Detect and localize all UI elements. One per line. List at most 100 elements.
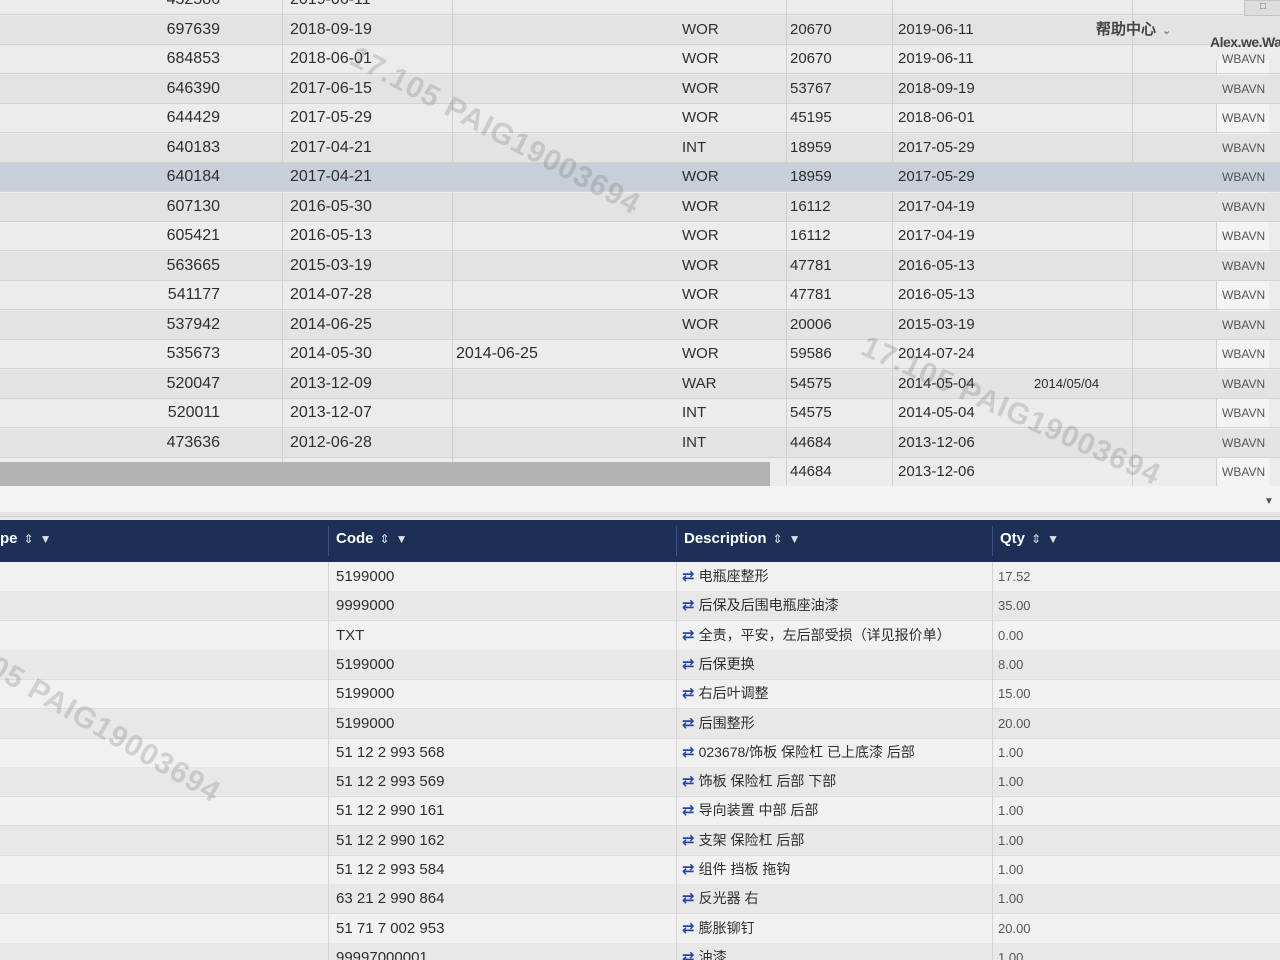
- column-header-type[interactable]: pe ⇕ ▼: [0, 530, 51, 547]
- cell-date: 2015-03-19: [290, 257, 372, 274]
- cell-code: 63 21 2 990 864: [336, 890, 445, 907]
- table-row[interactable]: 646390 2017-06-15 WOR 53767 2018-09-19 WBAVN: [0, 75, 1280, 104]
- swap-icon[interactable]: ⇄: [682, 861, 695, 878]
- sort-icon[interactable]: ⇕: [1031, 532, 1041, 546]
- table-row[interactable]: TXT ⇄ 全责，平安，左后部受损（详见报价单） 0.00: [0, 621, 1280, 651]
- cell-number: 44684: [790, 434, 832, 451]
- column-header-qty[interactable]: Qty ⇕ ▼: [1000, 530, 1059, 547]
- cell-date: 2016-05-13: [898, 257, 975, 274]
- cell-number: 47781: [790, 257, 832, 274]
- cell-id: 644429: [166, 109, 220, 126]
- cell-qty: 0.00: [998, 628, 1024, 643]
- table-row[interactable]: 684853 2018-06-01 WOR 20670 2019-06-11 WBAVN: [0, 45, 1280, 74]
- sort-icon[interactable]: ⇕: [24, 532, 34, 546]
- table-row[interactable]: 473636 2012-06-28 INT 44684 2013-12-06 WBAVN: [0, 429, 1280, 458]
- cell-description: ⇄ 膨胀铆钉: [676, 914, 986, 943]
- sort-icon[interactable]: ⇕: [773, 532, 783, 546]
- cell-number: 59586: [790, 345, 832, 362]
- table-row[interactable]: 644429 2017-05-29 WOR 45195 2018-06-01 WBAVN: [0, 104, 1280, 133]
- horizontal-scrollbar-thumb[interactable]: [0, 462, 770, 486]
- cell-date: 2014-05-30: [290, 345, 372, 362]
- cell-code: 5199000: [336, 656, 395, 673]
- cell-date: [1032, 193, 1132, 221]
- description-text: 后保更换: [698, 656, 755, 672]
- table-row[interactable]: 51 12 2 993 568 ⇄ 023678/饰板 保险杠 已上底漆 后部 1.0…: [0, 738, 1280, 768]
- column-header-code[interactable]: Code ⇕ ▼: [336, 530, 407, 547]
- table-row[interactable]: 5199000 ⇄ 后围整形 20.00: [0, 709, 1280, 739]
- cell-date: [452, 370, 672, 398]
- table-row[interactable]: 537942 2014-06-25 WOR 20006 2015-03-19 WBAVN: [0, 311, 1280, 340]
- col-divider: [1132, 0, 1133, 505]
- swap-icon[interactable]: ⇄: [682, 627, 695, 644]
- table-row[interactable]: 5199000 ⇄ 右后叶调整 15.00: [0, 679, 1280, 709]
- cell-date: 2014-05-04: [898, 404, 975, 421]
- user-name[interactable]: Alex.we.Wa: [1210, 34, 1280, 50]
- cell-description: ⇄ 后围整形: [676, 709, 986, 738]
- filter-icon[interactable]: ▼: [40, 532, 52, 546]
- swap-icon[interactable]: ⇄: [682, 685, 695, 702]
- table-row[interactable]: 607130 2016-05-30 WOR 16112 2017-04-19 WBAVN: [0, 193, 1280, 222]
- table-row[interactable]: 605421 2016-05-13 WOR 16112 2017-04-19 WBAVN: [0, 222, 1280, 251]
- swap-icon[interactable]: ⇄: [682, 656, 695, 673]
- cell-description: ⇄ 右后叶调整: [676, 679, 986, 708]
- table-row[interactable]: 5199000 ⇄ 后保更换 8.00: [0, 650, 1280, 680]
- cell-vin: WBAVN: [1222, 377, 1266, 391]
- table-row[interactable]: 640183 2017-04-21 INT 18959 2017-05-29 WBAVN: [0, 134, 1280, 163]
- cell-qty: 8.00: [998, 657, 1024, 672]
- cell-date: [1032, 163, 1132, 191]
- description-text: 023678/饰板 保险杠 已上底漆 后部: [698, 744, 915, 760]
- cell-date: [452, 45, 672, 73]
- window-control-button[interactable]: □: [1244, 0, 1280, 16]
- table-row[interactable]: 520011 2013-12-07 INT 54575 2014-05-04 WBAVN: [0, 399, 1280, 428]
- swap-icon[interactable]: ⇄: [682, 744, 695, 761]
- table-row[interactable]: 99997000001 ⇄ 油漆 1.00: [0, 943, 1280, 960]
- table-row[interactable]: 63 21 2 990 864 ⇄ 反光器 右 1.00: [0, 884, 1280, 914]
- cell-vin: WBAVN: [1222, 406, 1266, 420]
- table-row[interactable]: 9999000 ⇄ 后保及后围电瓶座油漆 35.00: [0, 591, 1280, 621]
- cell-code: TXT: [336, 627, 365, 644]
- column-header-description[interactable]: Description ⇕ ▼: [684, 530, 800, 547]
- filter-icon[interactable]: ▼: [789, 532, 801, 546]
- cell-id: 640184: [166, 168, 220, 185]
- swap-icon[interactable]: ⇄: [682, 949, 695, 960]
- help-center-menu[interactable]: 帮助中心 ⌄: [1096, 18, 1171, 39]
- table-row[interactable]: 697639 2018-09-19 WOR 20670 2019-06-11: [0, 16, 1280, 45]
- line-items-header: pe ⇕ ▼ Code ⇕ ▼ Description ⇕ ▼ Qty ⇕ ▼: [0, 520, 1280, 562]
- table-row[interactable]: 51 12 2 993 569 ⇄ 饰板 保险杠 后部 下部 1.00: [0, 767, 1280, 797]
- cell-type: WOR: [682, 109, 719, 126]
- sort-icon[interactable]: ⇕: [380, 532, 390, 546]
- scroll-down-icon[interactable]: ▼: [1264, 496, 1274, 507]
- swap-icon[interactable]: ⇄: [682, 773, 695, 790]
- cell-date: [1032, 281, 1132, 309]
- table-row[interactable]: 563665 2015-03-19 WOR 47781 2016-05-13 WBAVN: [0, 252, 1280, 281]
- cell-date: [452, 193, 672, 221]
- cell-date: [1032, 104, 1132, 132]
- history-table: 432586 2019-06-11 697639 2018-09-19 WOR 20670…: [0, 0, 1280, 530]
- table-row[interactable]: 535673 2014-05-30 2014-06-25 WOR 59586 2014-0…: [0, 340, 1280, 369]
- swap-icon[interactable]: ⇄: [682, 832, 695, 849]
- swap-icon[interactable]: ⇄: [682, 597, 695, 614]
- cell-description: ⇄ 组件 挡板 拖钩: [676, 855, 986, 884]
- cell-number: 20006: [790, 316, 832, 333]
- description-text: 支架 保险杠 后部: [698, 832, 805, 848]
- table-row[interactable]: 520047 2013-12-09 WAR 54575 2014-05-04 2014/0…: [0, 370, 1280, 399]
- table-row[interactable]: 51 12 2 990 161 ⇄ 导向装置 中部 后部 1.00: [0, 796, 1280, 826]
- table-row[interactable]: 51 12 2 990 162 ⇄ 支架 保险杠 后部 1.00: [0, 826, 1280, 856]
- table-row[interactable]: 51 71 7 002 953 ⇄ 膨胀铆钉 20.00: [0, 914, 1280, 944]
- swap-icon[interactable]: ⇄: [682, 920, 695, 937]
- table-row[interactable]: 51 12 2 993 584 ⇄ 组件 挡板 拖钩 1.00: [0, 855, 1280, 885]
- table-row[interactable]: 5199000 ⇄ 电瓶座整形 17.52: [0, 562, 1280, 592]
- swap-icon[interactable]: ⇄: [682, 715, 695, 732]
- cell-description: ⇄ 电瓶座整形: [676, 562, 986, 591]
- cell-number: 18959: [790, 168, 832, 185]
- swap-icon[interactable]: ⇄: [682, 802, 695, 819]
- table-row[interactable]: 541177 2014-07-28 WOR 47781 2016-05-13 WBAVN: [0, 281, 1280, 310]
- table-row[interactable]: 640184 2017-04-21 WOR 18959 2017-05-29 WBAVN: [0, 163, 1280, 192]
- swap-icon[interactable]: ⇄: [682, 568, 695, 585]
- cell-date: 2018-06-01: [898, 109, 975, 126]
- swap-icon[interactable]: ⇄: [682, 890, 695, 907]
- table-row[interactable]: 432586 2019-06-11: [0, 0, 1280, 15]
- cell-qty: 1.00: [998, 950, 1024, 960]
- filter-icon[interactable]: ▼: [1047, 532, 1059, 546]
- filter-icon[interactable]: ▼: [396, 532, 408, 546]
